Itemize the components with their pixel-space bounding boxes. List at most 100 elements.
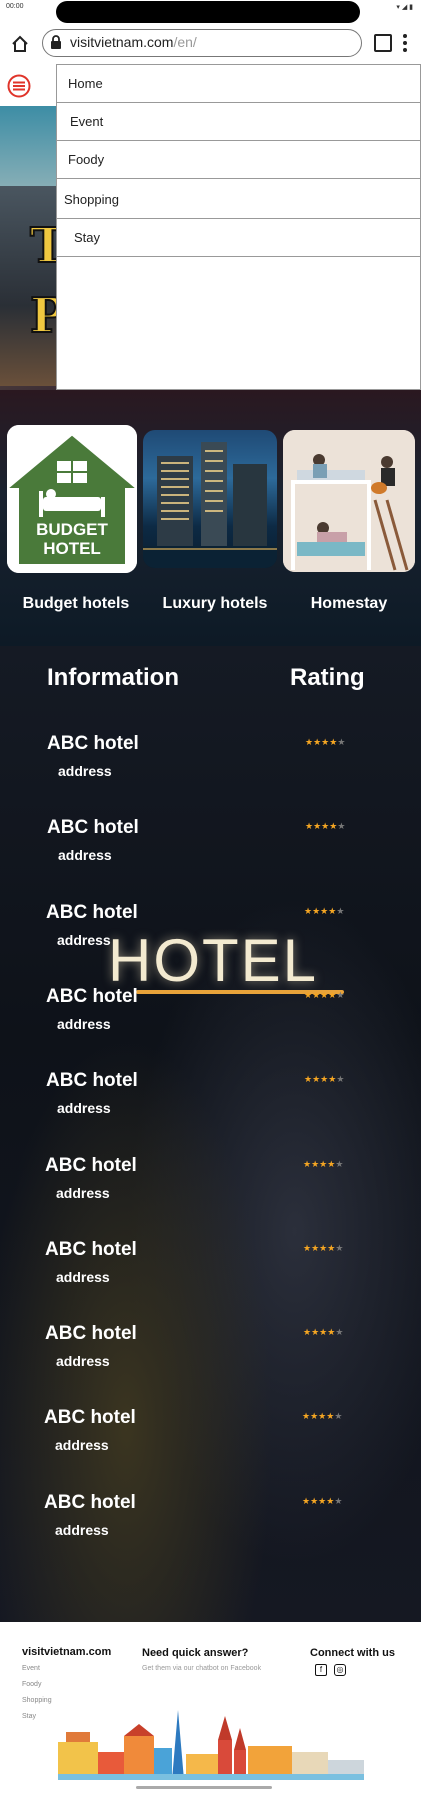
hotel-row[interactable]: ABC hotel address ★★★★★ — [0, 1407, 421, 1477]
hotel-row[interactable]: ABC hotel address ★★★★★ — [0, 733, 421, 803]
url-host: visitvietnam.com — [70, 34, 174, 50]
hotel-name[interactable]: ABC hotel — [47, 733, 139, 755]
star-filled-icon: ★ — [310, 1496, 319, 1506]
home-indicator — [136, 1786, 272, 1789]
hotel-row[interactable]: ABC hotel address ★★★★★ — [0, 1239, 421, 1309]
star-filled-icon: ★ — [310, 1411, 319, 1421]
hotel-name[interactable]: ABC hotel — [44, 1407, 136, 1429]
footer-quick-title: Need quick answer? — [142, 1647, 249, 1659]
star-empty-icon: ★ — [334, 1411, 343, 1421]
star-filled-icon: ★ — [304, 990, 313, 1000]
star-filled-icon: ★ — [313, 737, 322, 747]
star-filled-icon: ★ — [312, 906, 321, 916]
hotel-name[interactable]: ABC hotel — [47, 817, 139, 839]
hotel-row[interactable]: ABC hotel address ★★★★★ — [0, 817, 421, 887]
hotel-name[interactable]: ABC hotel — [46, 986, 138, 1008]
hotel-row[interactable]: ABC hotel address ★★★★★ — [0, 1070, 421, 1140]
budget-hotel-card[interactable]: BUDGET HOTEL — [7, 425, 137, 573]
menu-item-label: Foody — [68, 152, 105, 167]
hotel-address: address — [55, 1522, 109, 1538]
star-filled-icon: ★ — [312, 990, 321, 1000]
rating-stars: ★★★★★ — [303, 1159, 343, 1170]
star-filled-icon: ★ — [304, 1074, 313, 1084]
homestay-card[interactable] — [283, 430, 415, 572]
rating-stars: ★★★★★ — [304, 990, 344, 1001]
star-filled-icon: ★ — [312, 1074, 321, 1084]
luxury-hotel-card[interactable] — [143, 430, 277, 568]
hotel-row[interactable]: ABC hotel address ★★★★★ — [0, 902, 421, 972]
footer-link-shopping[interactable]: Shopping — [22, 1697, 52, 1704]
rating-stars: ★★★★★ — [304, 1074, 344, 1085]
hotel-name[interactable]: ABC hotel — [45, 1323, 137, 1345]
hero-sky — [0, 106, 60, 196]
hotel-row[interactable]: ABC hotel address ★★★★★ — [0, 986, 421, 1056]
star-empty-icon: ★ — [335, 1327, 344, 1337]
hamburger-menu-icon[interactable] — [7, 74, 31, 98]
star-empty-icon: ★ — [337, 737, 346, 747]
city-skyline-illustration — [58, 1710, 364, 1780]
hotel-address: address — [58, 847, 112, 863]
budget-badge-line1: BUDGET — [36, 520, 108, 539]
facebook-icon[interactable]: f — [315, 1664, 327, 1676]
status-time: 00:00 — [6, 3, 24, 10]
category-label-budget[interactable]: Budget hotels — [6, 595, 146, 613]
footer-quick-subtitle[interactable]: Get them via our chatbot on Facebook — [142, 1665, 261, 1672]
rating-stars: ★★★★★ — [302, 1411, 342, 1422]
hotel-address: address — [57, 932, 111, 948]
menu-item-home[interactable]: Home — [57, 65, 420, 103]
menu-item-label: Event — [70, 114, 104, 129]
hotel-address: address — [56, 1353, 110, 1369]
category-label-homestay[interactable]: Homestay — [279, 595, 419, 613]
hotel-address: address — [55, 1437, 109, 1453]
star-filled-icon: ★ — [305, 821, 314, 831]
footer-site-name[interactable]: visitvietnam.com — [22, 1646, 111, 1658]
homestay-photo — [283, 430, 415, 572]
hotel-name[interactable]: ABC hotel — [46, 1070, 138, 1092]
menu-item-label: Stay — [74, 230, 101, 245]
menu-item-stay[interactable]: Stay — [57, 219, 420, 257]
star-filled-icon: ★ — [302, 1411, 311, 1421]
menu-item-event[interactable]: Event — [57, 103, 420, 141]
star-empty-icon: ★ — [337, 821, 346, 831]
star-empty-icon: ★ — [336, 990, 345, 1000]
star-empty-icon: ★ — [334, 1496, 343, 1506]
menu-item-label: Shopping — [64, 192, 119, 207]
star-filled-icon: ★ — [311, 1243, 320, 1253]
url-text[interactable]: visitvietnam.com/en/ — [70, 34, 197, 50]
star-filled-icon: ★ — [311, 1159, 320, 1169]
menu-item-shopping[interactable]: Shopping — [57, 179, 420, 219]
tabs-icon[interactable] — [374, 34, 392, 52]
star-filled-icon: ★ — [302, 1496, 311, 1506]
home-icon[interactable] — [10, 34, 30, 54]
star-empty-icon: ★ — [335, 1243, 344, 1253]
hotel-address: address — [56, 1185, 110, 1201]
hotel-name[interactable]: ABC hotel — [46, 902, 138, 924]
footer-link-stay[interactable]: Stay — [22, 1713, 36, 1720]
more-vert-icon[interactable] — [402, 32, 408, 54]
hotel-row[interactable]: ABC hotel address ★★★★★ — [0, 1155, 421, 1225]
footer-link-event[interactable]: Event — [22, 1665, 40, 1672]
luxury-hotel-photo — [143, 442, 277, 568]
hotel-name[interactable]: ABC hotel — [45, 1155, 137, 1177]
rating-stars: ★★★★★ — [302, 1496, 342, 1507]
hotel-address: address — [58, 763, 112, 779]
hotel-row[interactable]: ABC hotel address ★★★★★ — [0, 1492, 421, 1562]
hotel-name[interactable]: ABC hotel — [45, 1239, 137, 1261]
footer-link-foody[interactable]: Foody — [22, 1681, 41, 1688]
star-empty-icon: ★ — [335, 1159, 344, 1169]
star-filled-icon: ★ — [303, 1243, 312, 1253]
nav-dropdown: Home Event Foody Shopping Stay — [56, 64, 421, 390]
star-filled-icon: ★ — [303, 1159, 312, 1169]
hotel-name[interactable]: ABC hotel — [44, 1492, 136, 1514]
status-icons: ▾ ◢ ▮ — [396, 4, 413, 11]
category-label-luxury[interactable]: Luxury hotels — [145, 595, 285, 613]
star-filled-icon: ★ — [303, 1327, 312, 1337]
rating-stars: ★★★★★ — [303, 1327, 343, 1338]
device-notch — [56, 1, 360, 23]
menu-item-foody[interactable]: Foody — [57, 141, 420, 179]
instagram-icon[interactable]: ◎ — [334, 1664, 346, 1676]
star-filled-icon: ★ — [305, 737, 314, 747]
hotel-address: address — [56, 1269, 110, 1285]
hotel-row[interactable]: ABC hotel address ★★★★★ — [0, 1323, 421, 1393]
menu-item-label: Home — [68, 76, 103, 91]
